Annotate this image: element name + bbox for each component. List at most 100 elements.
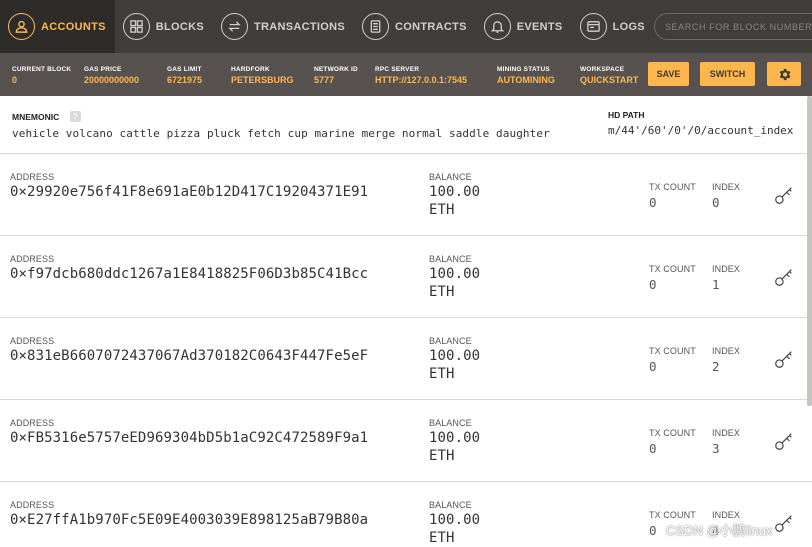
account-address[interactable]: 0×831eB6607072437067Ad370182C0643F447Fe5… — [10, 348, 368, 364]
account-icon — [8, 13, 35, 40]
gas-limit-label: GAS LIMIT — [167, 66, 202, 73]
mining-status-stat: MINING STATUS AUTOMINING — [497, 66, 555, 85]
search-input[interactable] — [664, 21, 812, 32]
gas-price-label: GAS PRICE — [84, 66, 122, 73]
top-navigation: ACCOUNTS BLOCKS TRANSACTIONS CONTRACTS E… — [0, 0, 812, 53]
tx-count-value: 0 — [649, 359, 657, 374]
hd-path-value: m/44'/60'/0'/0/account_index — [608, 124, 794, 137]
nav-contracts[interactable]: CONTRACTS — [354, 0, 476, 53]
current-block-stat: CURRENT BLOCK 0 — [12, 66, 71, 85]
balance-label: BALANCE — [429, 418, 472, 428]
nav-blocks[interactable]: BLOCKS — [115, 0, 213, 53]
network-id-value: 5777 — [314, 75, 335, 85]
gas-limit-value: 6721975 — [167, 75, 203, 85]
address-label: ADDRESS — [10, 500, 55, 510]
account-balance: 100.00 — [429, 348, 481, 364]
index-label: INDEX — [712, 346, 741, 356]
account-row: ADDRESS 0×FB5316e5757eED969304bD5b1aC92C… — [0, 400, 812, 482]
nav-label: BLOCKS — [155, 20, 204, 33]
nav-logs[interactable]: LOGS — [572, 0, 654, 53]
events-icon — [483, 13, 511, 40]
tx-count-label: TX COUNT — [649, 510, 696, 520]
index-value: 3 — [712, 441, 720, 456]
workspace-label: WORKSPACE — [580, 66, 625, 73]
transactions-icon — [220, 13, 248, 40]
workspace-stat: WORKSPACE QUICKSTART — [580, 66, 638, 85]
help-icon[interactable]: ? — [70, 111, 81, 122]
gas-price-stat: GAS PRICE 20000000000 — [84, 66, 139, 85]
hd-path-title: HD PATH — [608, 110, 645, 120]
account-address[interactable]: 0×29920e756f41F8e691aE0b12D417C19204371E… — [10, 184, 368, 200]
gas-price-value: 20000000000 — [84, 75, 140, 85]
search-box[interactable] — [653, 13, 812, 40]
address-label: ADDRESS — [10, 254, 55, 264]
index-label: INDEX — [712, 182, 741, 192]
mining-status-label: MINING STATUS — [497, 66, 550, 73]
workspace-value: QUICKSTART — [580, 75, 639, 85]
mnemonic-title: MNEMONIC — [12, 112, 60, 122]
network-id-label: NETWORK ID — [314, 66, 358, 73]
accounts-list: ADDRESS 0×29920e756f41F8e691aE0b12D417C1… — [0, 154, 812, 547]
balance-unit: ETH — [429, 366, 455, 382]
account-address[interactable]: 0×f97dcb680ddc1267a1E8418825F06D3b85C41B… — [10, 266, 368, 282]
balance-label: BALANCE — [429, 500, 472, 510]
account-address[interactable]: 0×E27ffA1b970Fc5E09E4003039E898125aB79B8… — [10, 512, 368, 528]
nav-label: TRANSACTIONS — [253, 20, 345, 33]
balance-label: BALANCE — [429, 172, 472, 182]
blocks-icon — [122, 13, 150, 40]
key-icon[interactable] — [773, 348, 795, 370]
switch-button[interactable]: SWITCH — [700, 62, 755, 86]
key-icon[interactable] — [773, 184, 795, 206]
logs-icon — [579, 13, 607, 40]
index-label: INDEX — [712, 510, 741, 520]
tx-count-value: 0 — [649, 195, 657, 210]
index-value: 1 — [712, 277, 720, 292]
nav-label: LOGS — [612, 20, 645, 33]
mnemonic-words: vehicle volcano cattle pizza pluck fetch… — [12, 127, 550, 140]
key-icon[interactable] — [773, 512, 795, 534]
current-block-label: CURRENT BLOCK — [12, 66, 72, 73]
network-id-stat: NETWORK ID 5777 — [314, 66, 358, 85]
tx-count-label: TX COUNT — [649, 182, 696, 192]
account-address[interactable]: 0×FB5316e5757eED969304bD5b1aC92C472589F9… — [10, 430, 368, 446]
nav-accounts[interactable]: ACCOUNTS — [0, 0, 115, 53]
address-label: ADDRESS — [10, 418, 55, 428]
balance-unit: ETH — [429, 284, 455, 300]
save-button[interactable]: SAVE — [648, 62, 689, 86]
status-bar: CURRENT BLOCK 0 GAS PRICE 20000000000 GA… — [0, 53, 812, 96]
tx-count-value: 0 — [649, 441, 657, 456]
account-balance: 100.00 — [429, 184, 481, 200]
mnemonic-panel: MNEMONIC ? vehicle volcano cattle pizza … — [0, 96, 812, 154]
index-label: INDEX — [712, 264, 741, 274]
key-icon[interactable] — [773, 266, 795, 288]
current-block-value: 0 — [12, 75, 18, 85]
balance-unit: ETH — [429, 202, 455, 218]
settings-button[interactable] — [767, 62, 801, 86]
tx-count-value: 0 — [649, 523, 657, 538]
nav-events[interactable]: EVENTS — [476, 0, 572, 53]
account-balance: 100.00 — [429, 512, 481, 528]
nav-transactions[interactable]: TRANSACTIONS — [213, 0, 354, 53]
account-row: ADDRESS 0×831eB6607072437067Ad370182C064… — [0, 318, 812, 400]
index-label: INDEX — [712, 428, 741, 438]
scrollbar[interactable] — [807, 96, 812, 406]
hardfork-label: HARDFORK — [231, 66, 270, 73]
nav-label: ACCOUNTS — [41, 20, 106, 33]
account-row: ADDRESS 0×f97dcb680ddc1267a1E8418825F06D… — [0, 236, 812, 318]
address-label: ADDRESS — [10, 336, 55, 346]
contracts-icon — [361, 13, 389, 40]
rpc-server-label: RPC SERVER — [375, 66, 420, 73]
account-balance: 100.00 — [429, 430, 481, 446]
nav-label: EVENTS — [516, 20, 563, 33]
balance-label: BALANCE — [429, 336, 472, 346]
hardfork-value: PETERSBURG — [231, 75, 294, 85]
index-value: 2 — [712, 359, 720, 374]
rpc-server-value: HTTP://127.0.0.1:7545 — [375, 75, 468, 85]
tx-count-label: TX COUNT — [649, 264, 696, 274]
tx-count-label: TX COUNT — [649, 346, 696, 356]
account-row: ADDRESS 0×29920e756f41F8e691aE0b12D417C1… — [0, 154, 812, 236]
key-icon[interactable] — [773, 430, 795, 452]
hardfork-stat: HARDFORK PETERSBURG — [231, 66, 294, 85]
index-value: 0 — [712, 195, 720, 210]
tx-count-label: TX COUNT — [649, 428, 696, 438]
